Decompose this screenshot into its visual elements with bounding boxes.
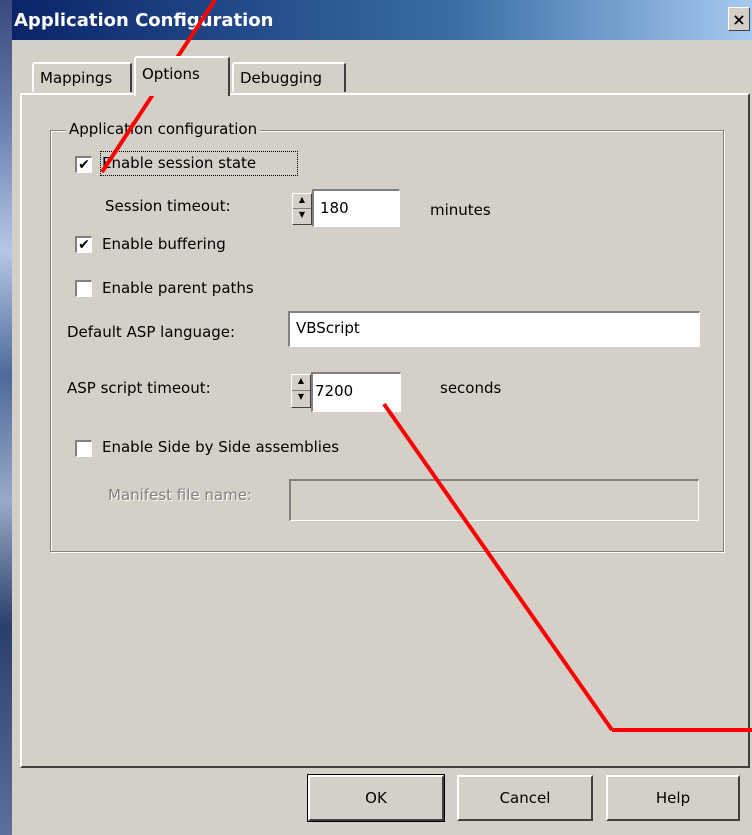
enable-parent-paths-label[interactable]: Enable parent paths	[102, 279, 254, 297]
enable-buffering-checkbox[interactable]: ✔	[75, 236, 92, 253]
asp-script-timeout-unit: seconds	[440, 379, 502, 397]
close-button[interactable]: ×	[728, 7, 750, 31]
help-button[interactable]: Help	[606, 775, 740, 821]
enable-side-by-side-label[interactable]: Enable Side by Side assemblies	[102, 438, 339, 456]
enable-session-state-checkbox[interactable]: ✔	[75, 156, 92, 173]
spin-down-icon[interactable]: ▼	[292, 391, 310, 407]
session-timeout-unit: minutes	[430, 201, 491, 219]
asp-script-timeout-spinner[interactable]: ▲ ▼	[291, 374, 311, 408]
spin-up-icon[interactable]: ▲	[293, 194, 311, 209]
asp-script-timeout-input[interactable]: 7200	[311, 372, 401, 412]
session-timeout-input[interactable]: 180	[312, 189, 400, 227]
cancel-button[interactable]: Cancel	[457, 775, 593, 821]
tab-debugging[interactable]: Debugging	[232, 62, 346, 92]
desktop-background-strip	[0, 0, 12, 835]
tab-options[interactable]: Options	[134, 56, 230, 96]
enable-side-by-side-checkbox[interactable]	[75, 440, 92, 457]
manifest-file-name-input	[289, 479, 699, 521]
default-asp-language-input[interactable]: VBScript	[288, 311, 700, 347]
asp-script-timeout-label: ASP script timeout:	[67, 379, 211, 397]
manifest-file-name-label: Manifest file name:	[108, 486, 252, 504]
application-configuration-dialog: Application Configuration × Mappings Opt…	[12, 0, 752, 835]
session-timeout-spinner[interactable]: ▲ ▼	[292, 193, 312, 225]
tab-mappings[interactable]: Mappings	[32, 62, 132, 92]
spin-down-icon[interactable]: ▼	[293, 209, 311, 224]
close-icon: ×	[732, 10, 746, 29]
group-legend: Application configuration	[66, 120, 261, 138]
session-timeout-label: Session timeout:	[105, 197, 231, 215]
enable-parent-paths-checkbox[interactable]	[75, 280, 92, 297]
tab-options-label: Options	[142, 65, 200, 83]
title-bar[interactable]: Application Configuration ×	[12, 0, 752, 40]
spin-up-icon[interactable]: ▲	[292, 375, 310, 391]
window-title: Application Configuration	[14, 10, 274, 31]
enable-buffering-label[interactable]: Enable buffering	[102, 235, 226, 253]
enable-session-state-label[interactable]: Enable session state	[102, 154, 256, 172]
default-asp-language-label: Default ASP language:	[67, 323, 236, 341]
ok-button[interactable]: OK	[307, 774, 445, 822]
